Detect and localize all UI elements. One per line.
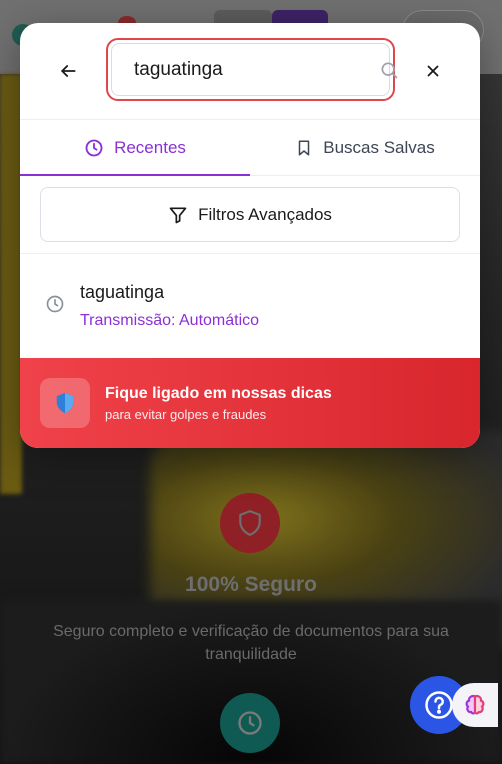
filter-icon — [169, 207, 187, 223]
background-description: Seguro completo e verificação de documen… — [53, 623, 449, 663]
tab-recentes[interactable]: Recentes — [20, 120, 250, 176]
arrow-left-icon — [61, 65, 76, 77]
background-clock-icon — [220, 693, 280, 753]
safety-tips-text: Fique ligado em nossas dicas para evitar… — [105, 385, 332, 422]
recent-search-filter: Transmissão: Automático — [80, 312, 260, 329]
background-image-strip — [0, 74, 22, 494]
advanced-filters-button[interactable]: Filtros Avançados — [40, 187, 460, 242]
ai-assistant-button[interactable] — [452, 683, 498, 727]
close-icon — [427, 65, 439, 77]
search-icon[interactable] — [379, 59, 399, 81]
shield-icon — [40, 378, 90, 428]
search-tabs: Recentes Buscas Salvas — [20, 119, 480, 176]
safety-tips-title: Fique ligado em nossas dicas — [105, 384, 332, 402]
close-button[interactable] — [419, 57, 447, 85]
recent-search-title: taguatinga — [80, 282, 165, 302]
advanced-filters-label: Filtros Avançados — [198, 204, 332, 224]
search-modal: Recentes Buscas Salvas Filtros Avançados… — [20, 23, 480, 448]
safety-tips-subtitle: para evitar golpes e fraudes — [105, 406, 267, 422]
recent-search-item[interactable]: taguatinga Transmissão: Automático — [20, 273, 480, 343]
background-shield-icon — [220, 493, 280, 553]
history-clock-icon — [44, 293, 66, 315]
clock-icon — [85, 139, 103, 156]
divider — [20, 253, 480, 254]
tab-buscas-salvas[interactable]: Buscas Salvas — [250, 120, 480, 175]
tab-recentes-label: Recentes — [114, 137, 186, 157]
background-heading: 100% Seguro — [185, 573, 317, 596]
search-input[interactable] — [134, 54, 379, 85]
help-icon — [425, 691, 453, 719]
safety-tips-banner[interactable]: Fique ligado em nossas dicas para evitar… — [20, 358, 480, 448]
bookmark-icon — [299, 140, 310, 155]
search-field — [111, 43, 398, 96]
tab-buscas-salvas-label: Buscas Salvas — [323, 137, 435, 157]
search-field-focus-ring — [106, 38, 398, 101]
search-header — [20, 23, 480, 119]
back-button[interactable] — [54, 57, 82, 85]
brain-icon — [465, 694, 485, 715]
